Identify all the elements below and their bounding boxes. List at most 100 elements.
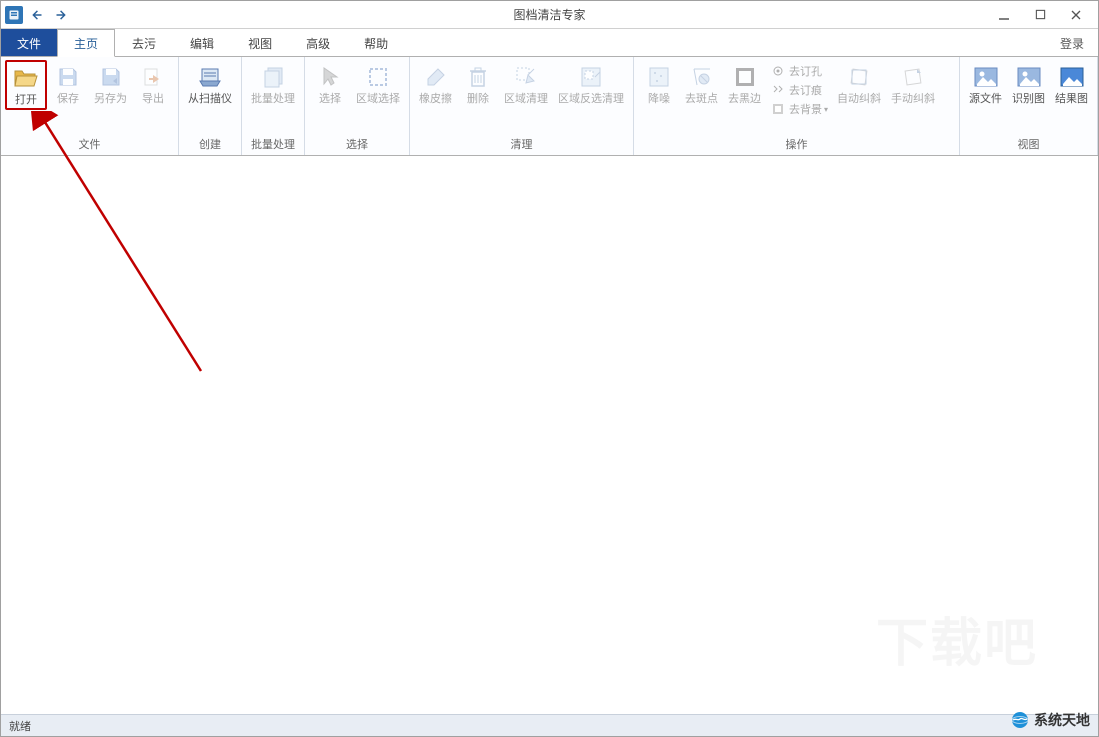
- image-recog-icon: [1015, 63, 1043, 91]
- resultimg-label: 结果图: [1055, 93, 1088, 105]
- trash-icon: [464, 63, 492, 91]
- areaselect-button[interactable]: 区域选择: [351, 60, 405, 108]
- group-create-label: 创建: [183, 134, 237, 155]
- watermark-text: 系统天地: [1034, 710, 1090, 730]
- denoise-label: 降噪: [648, 93, 670, 105]
- saveas-icon: [97, 63, 125, 91]
- minimize-button[interactable]: [986, 4, 1022, 26]
- ribbon-tabs: 文件 主页 去污 编辑 视图 高级 帮助 登录: [1, 29, 1098, 57]
- background-icon: [770, 101, 786, 117]
- group-batch-label: 批量处理: [246, 134, 300, 155]
- despeckle-label: 去斑点: [685, 93, 718, 105]
- export-button[interactable]: 导出: [132, 60, 174, 108]
- tab-home[interactable]: 主页: [57, 29, 115, 57]
- debg-label: 去背景: [789, 101, 822, 117]
- image-result-icon: [1058, 63, 1086, 91]
- folder-open-icon: [12, 64, 40, 92]
- open-button[interactable]: 打开: [5, 60, 47, 110]
- maximize-button[interactable]: [1022, 4, 1058, 26]
- open-label: 打开: [15, 94, 37, 106]
- brand-watermark: 系统天地: [1010, 710, 1090, 730]
- debg-button[interactable]: 去背景 ▾: [768, 100, 830, 118]
- titlebar: 图档清洁专家: [1, 1, 1098, 29]
- close-button[interactable]: [1058, 4, 1094, 26]
- manualdeskew-label: 手动纠斜: [891, 93, 935, 105]
- saveas-label: 另存为: [94, 93, 127, 105]
- group-operate: 降噪 去斑点 去黑边 去订孔: [634, 57, 960, 155]
- resultimg-button[interactable]: 结果图: [1050, 60, 1093, 108]
- denoise-icon: [645, 63, 673, 91]
- depunch-button[interactable]: 去订孔: [768, 62, 830, 80]
- destitch-button[interactable]: 去订痕: [768, 81, 830, 99]
- group-file: 打开 保存 另存为 导出 文件: [1, 57, 179, 155]
- cursor-icon: [316, 63, 344, 91]
- login-link[interactable]: 登录: [1046, 29, 1098, 57]
- stitch-icon: [770, 82, 786, 98]
- autodeskew-button[interactable]: 自动纠斜: [832, 60, 886, 108]
- tab-clean[interactable]: 去污: [115, 29, 173, 57]
- saveas-button[interactable]: 另存为: [89, 60, 132, 108]
- despeckle-button[interactable]: 去斑点: [680, 60, 723, 108]
- areaselect-label: 区域选择: [356, 93, 400, 105]
- tab-help[interactable]: 帮助: [347, 29, 405, 57]
- tab-view[interactable]: 视图: [231, 29, 289, 57]
- deblack-label: 去黑边: [728, 93, 761, 105]
- deblack-button[interactable]: 去黑边: [723, 60, 766, 108]
- recogimg-label: 识别图: [1012, 93, 1045, 105]
- denoise-button[interactable]: 降噪: [638, 60, 680, 108]
- export-label: 导出: [142, 93, 164, 105]
- select-label: 选择: [319, 93, 341, 105]
- group-select: 选择 区域选择 选择: [305, 57, 410, 155]
- redo-button[interactable]: [49, 4, 71, 26]
- save-button[interactable]: 保存: [47, 60, 89, 108]
- broom-inverse-icon: [577, 63, 605, 91]
- recogimg-button[interactable]: 识别图: [1007, 60, 1050, 108]
- manualdeskew-button[interactable]: 手动纠斜: [886, 60, 940, 108]
- delete-button[interactable]: 删除: [457, 60, 499, 108]
- image-icon: [972, 63, 1000, 91]
- undo-button[interactable]: [27, 4, 49, 26]
- select-button[interactable]: 选择: [309, 60, 351, 108]
- status-text: 就绪: [9, 718, 31, 734]
- marquee-icon: [364, 63, 392, 91]
- tab-advanced[interactable]: 高级: [289, 29, 347, 57]
- window-title: 图档清洁专家: [513, 6, 585, 23]
- group-clean-label: 清理: [414, 134, 629, 155]
- srcimg-button[interactable]: 源文件: [964, 60, 1007, 108]
- batch-button[interactable]: 批量处理: [246, 60, 300, 108]
- group-operate-label: 操作: [638, 134, 955, 155]
- delete-label: 删除: [467, 93, 489, 105]
- chevron-down-icon: ▾: [824, 105, 828, 114]
- punchhole-icon: [770, 63, 786, 79]
- app-icon: [5, 6, 23, 24]
- areainvclean-button[interactable]: 区域反选清理: [553, 60, 629, 108]
- srcimg-label: 源文件: [969, 93, 1002, 105]
- eraser-button[interactable]: 橡皮擦: [414, 60, 457, 108]
- group-view-label: 视图: [964, 134, 1093, 155]
- eraser-label: 橡皮擦: [419, 93, 452, 105]
- group-select-label: 选择: [309, 134, 405, 155]
- statusbar: 就绪: [1, 714, 1098, 736]
- autodeskew-label: 自动纠斜: [837, 93, 881, 105]
- areaclean-label: 区域清理: [504, 93, 548, 105]
- group-file-label: 文件: [5, 134, 174, 155]
- group-clean: 橡皮擦 删除 区域清理 区域反选清理 清理: [410, 57, 634, 155]
- areainvclean-label: 区域反选清理: [558, 93, 624, 105]
- export-icon: [139, 63, 167, 91]
- batch-label: 批量处理: [251, 93, 295, 105]
- manualdeskew-icon: [899, 63, 927, 91]
- batch-icon: [259, 63, 287, 91]
- fromscanner-label: 从扫描仪: [188, 93, 232, 105]
- tab-edit[interactable]: 编辑: [173, 29, 231, 57]
- broom-area-icon: [512, 63, 540, 91]
- areaclean-button[interactable]: 区域清理: [499, 60, 553, 108]
- tab-file[interactable]: 文件: [1, 29, 57, 57]
- fromscanner-button[interactable]: 从扫描仪: [183, 60, 237, 108]
- globe-icon: [1010, 710, 1030, 730]
- deblackborder-icon: [731, 63, 759, 91]
- autodeskew-icon: [845, 63, 873, 91]
- group-create: 从扫描仪 创建: [179, 57, 242, 155]
- group-view: 源文件 识别图 结果图 视图: [960, 57, 1098, 155]
- scanner-icon: [196, 63, 224, 91]
- depunch-label: 去订孔: [789, 63, 822, 79]
